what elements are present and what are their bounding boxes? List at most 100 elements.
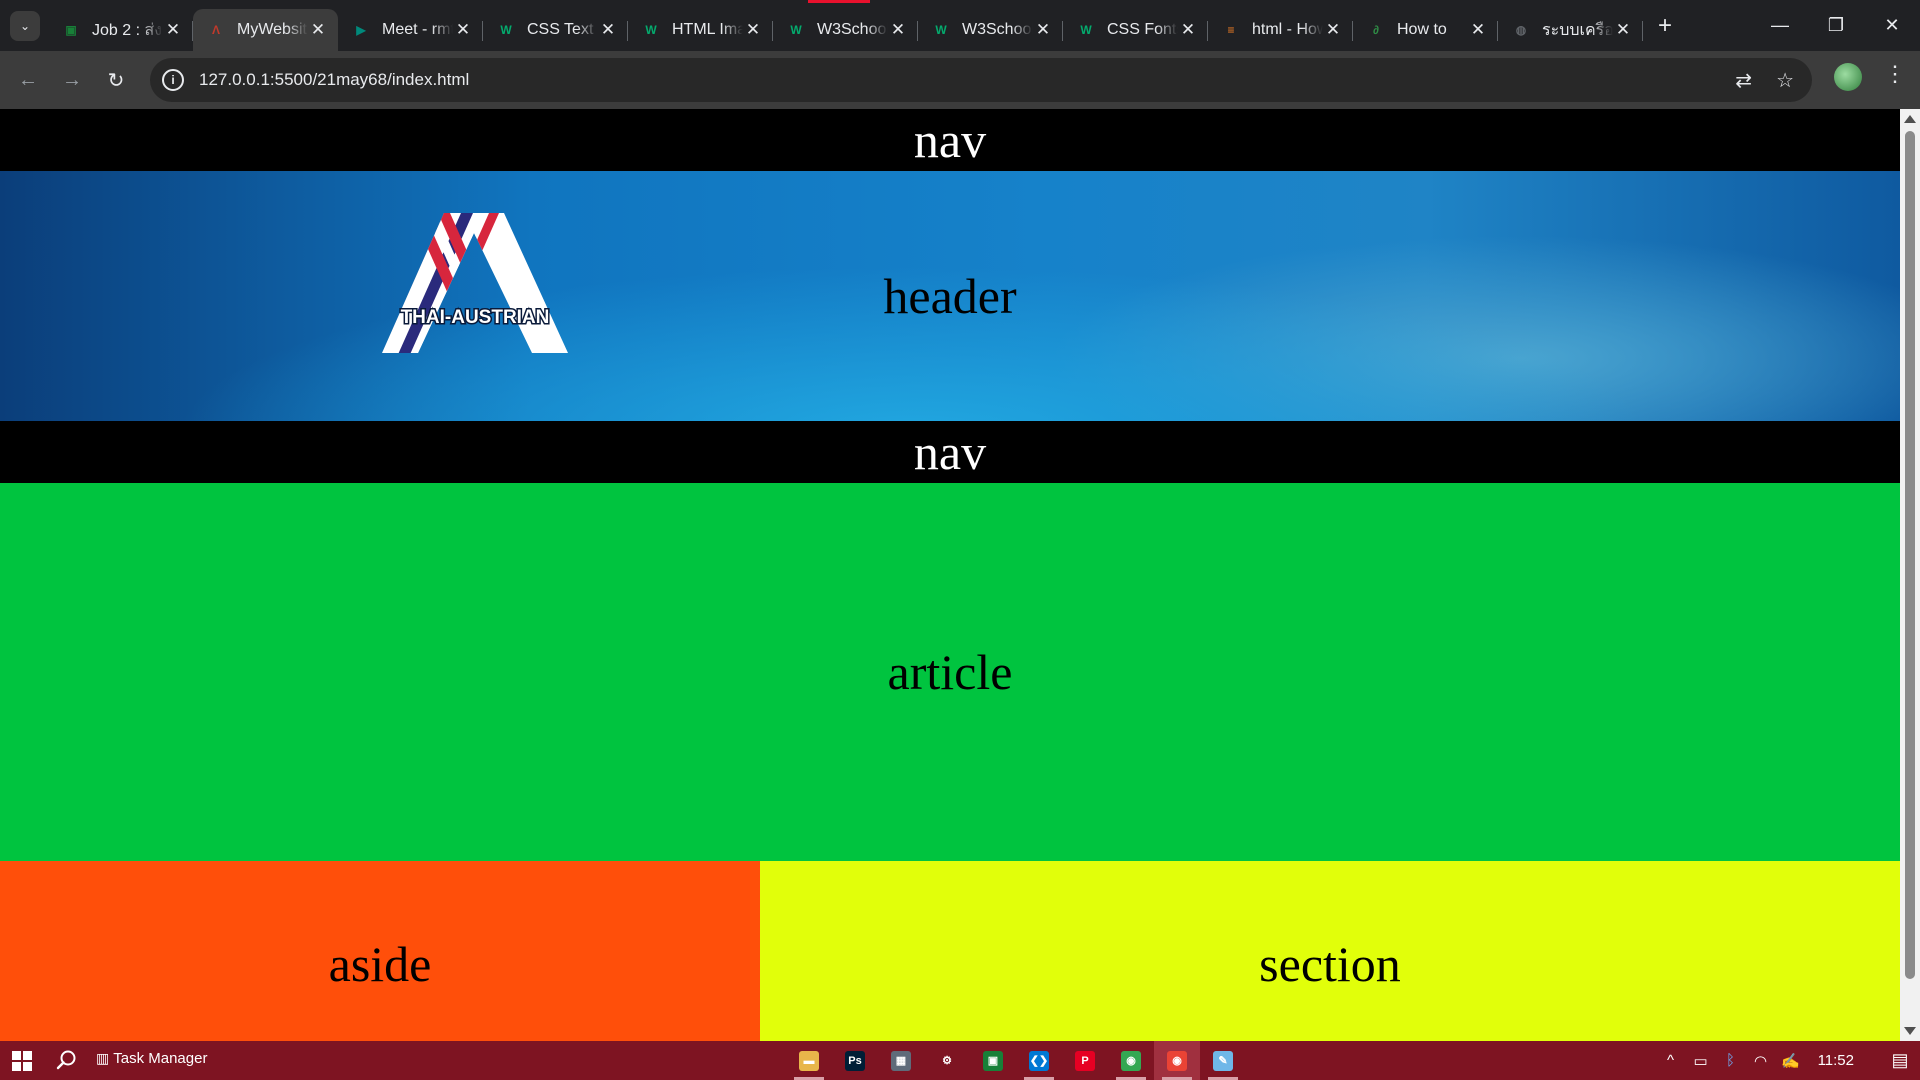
file-explorer-icon: ▬ — [799, 1050, 819, 1071]
aside-block: aside — [0, 861, 760, 1041]
nav-top: nav — [0, 109, 1900, 171]
task-manager-label: Task Manager — [113, 1050, 208, 1067]
nav-bottom: nav — [0, 421, 1900, 483]
browser-toolbar: ← → ↻ i 127.0.0.1:5500/21may68/index.htm… — [0, 51, 1920, 109]
translate-icon[interactable]: ⇄ — [1735, 68, 1752, 93]
taskbar-active-window[interactable]: ▥ Task Manager — [96, 1050, 207, 1067]
close-tab-icon[interactable]: ✕ — [1033, 20, 1053, 40]
tab-strip: ⌄ ▣Job 2 : ส่งงาน✕ΛMyWebsite✕▶Meet - rmt… — [0, 0, 1920, 51]
tab-title: CSS Text — [527, 21, 594, 38]
taskbar-app[interactable]: ▬ — [786, 1041, 832, 1080]
tab-title: MyWebsite — [237, 21, 308, 38]
close-tab-icon[interactable]: ✕ — [743, 20, 763, 40]
profile-avatar[interactable] — [1834, 63, 1862, 91]
tab-search-button[interactable]: ⌄ — [10, 10, 40, 41]
tab-list: ▣Job 2 : ส่งงาน✕ΛMyWebsite✕▶Meet - rmt✕W… — [48, 0, 1643, 51]
battery-icon[interactable]: ▭ — [1686, 1052, 1716, 1070]
close-tab-icon[interactable]: ✕ — [163, 20, 183, 40]
close-tab-icon[interactable]: ✕ — [1178, 20, 1198, 40]
windows-start-icon[interactable] — [12, 1051, 32, 1071]
notification-icon[interactable]: ▤ — [1880, 1050, 1920, 1071]
close-window-button[interactable]: ✕ — [1864, 0, 1920, 51]
taskbar-app[interactable]: ✎ — [1200, 1041, 1246, 1080]
vscode-icon: ❮❯ — [1029, 1050, 1049, 1071]
browser-tab[interactable]: Λ MyWebsite ✕ — [193, 9, 338, 51]
browser-tab[interactable]: W CSS Fonts ✕ — [1063, 9, 1208, 51]
browser-tab[interactable]: ≡ html - How ✕ — [1208, 9, 1353, 51]
taskbar-app[interactable]: P — [1062, 1041, 1108, 1080]
browser-tab[interactable]: W CSS Text ✕ — [483, 9, 628, 51]
taskbar-app[interactable]: ⚙ — [924, 1041, 970, 1080]
taskbar-app[interactable]: ▦ — [878, 1041, 924, 1080]
close-tab-icon[interactable]: ✕ — [598, 20, 618, 40]
aside-label: aside — [328, 936, 432, 992]
window-controls: — ❐ ✕ — [1752, 0, 1920, 51]
close-tab-icon[interactable]: ✕ — [1468, 20, 1488, 40]
page-scrollbar[interactable] — [1900, 109, 1920, 1041]
search-icon[interactable] — [56, 1049, 78, 1071]
scrollbar-thumb[interactable] — [1905, 131, 1915, 979]
taskbar-app[interactable]: ▣ — [970, 1041, 1016, 1080]
chevron-down-icon: ⌄ — [19, 18, 31, 33]
article-block: article — [0, 483, 1900, 861]
taskbar-app[interactable]: Ps — [832, 1041, 878, 1080]
system-tray: ^ ▭ ᛒ ◠ ✍ 11:52 ▤ — [1656, 1041, 1920, 1080]
browser-tab[interactable]: W W3Schools✕ — [773, 9, 918, 51]
w3schools-icon: W — [790, 23, 802, 37]
classroom-icon: ▣ — [983, 1050, 1003, 1071]
bookmark-star-icon[interactable]: ☆ — [1776, 68, 1794, 93]
back-button[interactable]: ← — [6, 58, 50, 102]
bluetooth-icon[interactable]: ᛒ — [1716, 1052, 1746, 1069]
forward-button[interactable]: → — [50, 58, 94, 102]
tray-chevron-icon[interactable]: ^ — [1656, 1052, 1686, 1069]
photoshop-icon: Ps — [845, 1050, 865, 1071]
section-block: section — [760, 861, 1900, 1041]
meet-icon: ▶ — [356, 23, 366, 37]
pen-icon[interactable]: ✍ — [1776, 1052, 1806, 1070]
browser-tab[interactable]: ∂ How to ✕ — [1353, 9, 1498, 51]
windows-taskbar: ▥ Task Manager ▬ Ps ▦ ⚙ ▣ ❮❯ P ◉ ◉ ✎ ^ ▭ ᛒ ◠ ✍ 11… — [0, 1041, 1920, 1080]
browser-tab[interactable]: W W3Schools✕ — [918, 9, 1063, 51]
clock-time[interactable]: 11:52 — [1818, 1052, 1854, 1069]
close-tab-icon[interactable]: ✕ — [308, 20, 328, 40]
restore-button[interactable]: ❐ — [1808, 0, 1864, 51]
stackoverflow-icon: ≡ — [1227, 23, 1235, 37]
tab-title: How to — [1397, 21, 1447, 38]
site-info-icon[interactable]: i — [162, 69, 184, 91]
w3schools-icon: W — [500, 23, 512, 37]
url-text[interactable]: 127.0.0.1:5500/21may68/index.html — [199, 70, 469, 90]
geeksforgeeks-icon: ∂ — [1373, 23, 1379, 37]
pinterest-icon: P — [1075, 1050, 1095, 1071]
taskbar-app[interactable]: ◉ — [1154, 1041, 1200, 1080]
close-tab-icon[interactable]: ✕ — [1613, 20, 1633, 40]
taskbar-app[interactable]: ◉ — [1108, 1041, 1154, 1080]
page-viewport: nav THAI-AUSTRIAN header nav article asi… — [0, 109, 1900, 1041]
browser-menu-button[interactable]: ⋮ — [1880, 61, 1910, 97]
taskbar-apps: ▬ Ps ▦ ⚙ ▣ ❮❯ P ◉ ◉ ✎ — [786, 1041, 1246, 1080]
reload-button[interactable]: ↻ — [94, 58, 138, 102]
scroll-down-arrow[interactable] — [1904, 1027, 1916, 1035]
close-tab-icon[interactable]: ✕ — [888, 20, 908, 40]
close-tab-icon[interactable]: ✕ — [453, 20, 473, 40]
page-header: THAI-AUSTRIAN header — [0, 171, 1900, 421]
recording-indicator — [808, 0, 870, 3]
chrome-profile-icon: ◉ — [1167, 1050, 1187, 1071]
w3schools-icon: W — [935, 23, 947, 37]
close-tab-icon[interactable]: ✕ — [1323, 20, 1343, 40]
browser-tab[interactable]: W HTML Images✕ — [628, 9, 773, 51]
tab-title: W3Schools — [817, 21, 888, 38]
tab-title: html - How — [1252, 21, 1323, 38]
wifi-icon[interactable]: ◠ — [1746, 1052, 1776, 1070]
task-manager-icon: ▥ — [96, 1050, 110, 1066]
new-tab-button[interactable]: + — [1647, 8, 1683, 44]
tab-title: W3Schools — [962, 21, 1033, 38]
browser-tab[interactable]: ▶ Meet - rmt ✕ — [338, 9, 483, 51]
address-bar[interactable]: i 127.0.0.1:5500/21may68/index.html ⇄ ☆ — [150, 58, 1812, 102]
calculator-icon: ▦ — [891, 1050, 911, 1071]
browser-tab[interactable]: ◍ ระบบเครือข่าย✕ — [1498, 9, 1643, 51]
taskbar-app[interactable]: ❮❯ — [1016, 1041, 1062, 1080]
globe-icon: ◍ — [1515, 23, 1527, 37]
browser-tab[interactable]: ▣ Job 2 : ส่งงาน✕ — [48, 9, 193, 51]
minimize-button[interactable]: — — [1752, 0, 1808, 51]
scroll-up-arrow[interactable] — [1904, 115, 1916, 123]
